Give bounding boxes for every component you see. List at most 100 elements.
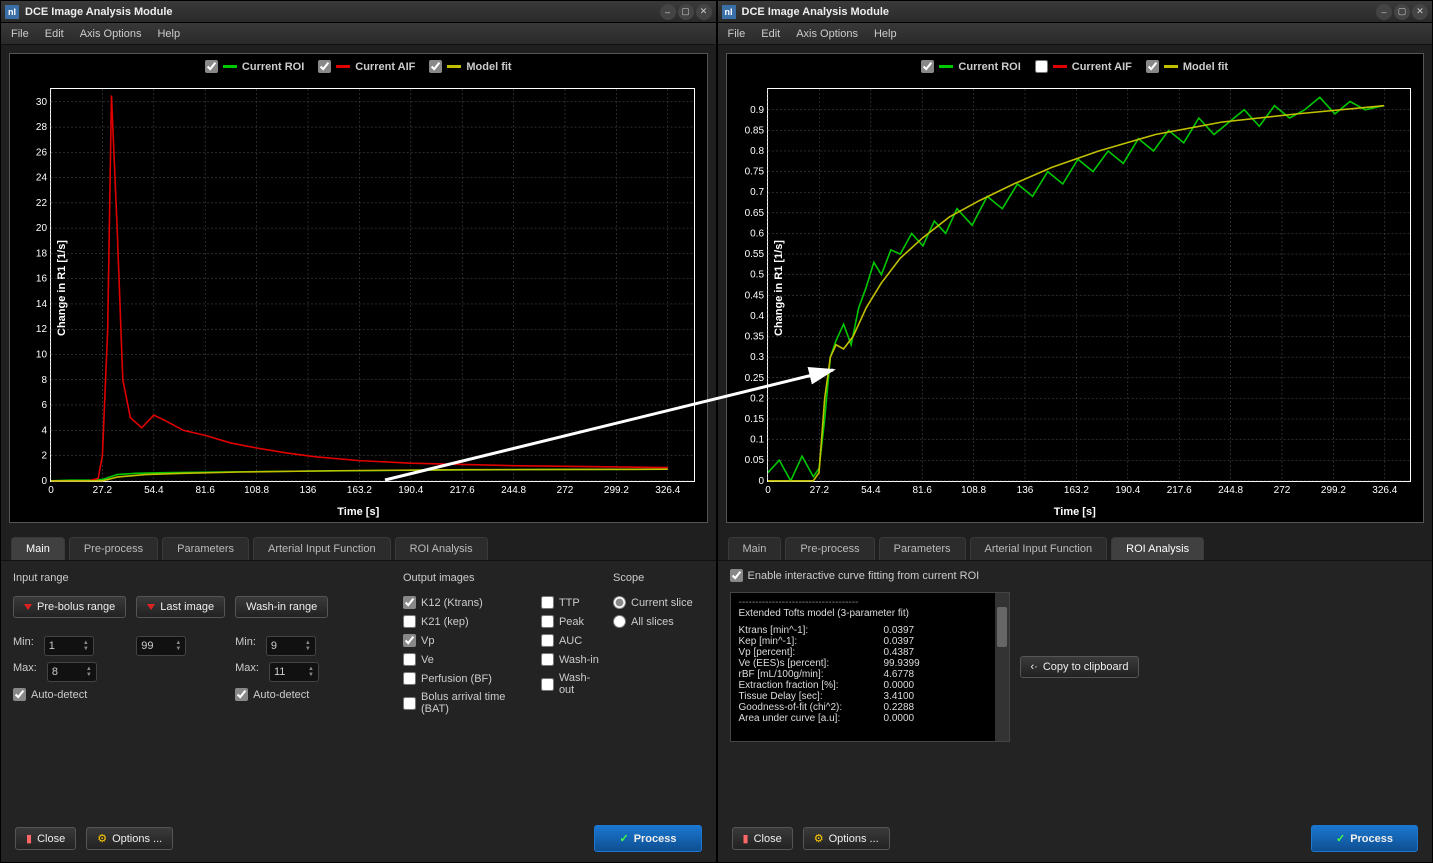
- out-k12[interactable]: K12 (Ktrans): [403, 596, 531, 609]
- out-perf[interactable]: Perfusion (BF): [403, 672, 531, 685]
- tab-roi-analysis[interactable]: ROI Analysis: [395, 537, 488, 560]
- menu-edit[interactable]: Edit: [755, 26, 786, 42]
- close-icon[interactable]: ✕: [1412, 4, 1428, 20]
- svg-text:163.2: 163.2: [1063, 485, 1088, 496]
- out-washin[interactable]: Wash-in: [541, 653, 603, 666]
- out-ttp[interactable]: TTP: [541, 596, 603, 609]
- menu-file[interactable]: File: [5, 26, 35, 42]
- legend-roi[interactable]: Current ROI: [205, 60, 304, 73]
- process-button[interactable]: ✓Process: [594, 825, 701, 852]
- enable-fit-checkbox[interactable]: Enable interactive curve fitting from cu…: [730, 569, 1421, 582]
- output-images-title: Output images: [403, 572, 603, 584]
- minimize-icon[interactable]: –: [660, 4, 676, 20]
- menu-file[interactable]: File: [722, 26, 752, 42]
- svg-text:81.6: 81.6: [195, 485, 215, 496]
- window-left: nI DCE Image Analysis Module – ▢ ✕ File …: [0, 0, 717, 863]
- legend-aif[interactable]: Current AIF: [318, 60, 415, 73]
- last-image-input[interactable]: 99▲▼: [136, 636, 186, 656]
- process-button[interactable]: ✓Process: [1311, 825, 1418, 852]
- svg-text:16: 16: [36, 274, 48, 285]
- menu-help[interactable]: Help: [151, 26, 186, 42]
- last-image-button[interactable]: Last image: [136, 596, 225, 618]
- results-box[interactable]: ------------------------------------ Ext…: [730, 592, 1010, 742]
- door-icon: ▮: [26, 832, 32, 845]
- svg-text:0.75: 0.75: [744, 167, 764, 178]
- svg-text:2: 2: [41, 451, 47, 462]
- tab-parameters[interactable]: Parameters: [162, 537, 249, 560]
- titlebar[interactable]: nI DCE Image Analysis Module – ▢ ✕: [718, 1, 1433, 23]
- pre-min-input[interactable]: 1▲▼: [44, 636, 94, 656]
- tab-aif[interactable]: Arterial Input Function: [253, 537, 391, 560]
- out-ve[interactable]: Ve: [403, 653, 531, 666]
- pre-bolus-button[interactable]: Pre-bolus range: [13, 596, 126, 618]
- svg-text:326.4: 326.4: [1372, 485, 1397, 496]
- scope-all[interactable]: All slices: [613, 615, 693, 628]
- maximize-icon[interactable]: ▢: [1394, 4, 1410, 20]
- close-icon[interactable]: ✕: [696, 4, 712, 20]
- chart-right: Current ROI Current AIF Model fit Change…: [726, 53, 1425, 523]
- tab-preprocess[interactable]: Pre-process: [69, 537, 158, 560]
- legend-fit[interactable]: Model fit: [1146, 60, 1228, 73]
- gear-icon: ⚙: [814, 832, 824, 845]
- svg-text:217.6: 217.6: [450, 485, 475, 496]
- svg-text:0.9: 0.9: [750, 105, 764, 116]
- svg-text:14: 14: [36, 299, 48, 310]
- scrollbar[interactable]: [995, 593, 1009, 741]
- menu-axis-options[interactable]: Axis Options: [74, 26, 148, 42]
- options-button[interactable]: ⚙Options ...: [803, 827, 890, 850]
- arrow-left-icon: ‹·: [1031, 661, 1038, 673]
- auto-detect-wash[interactable]: Auto-detect: [235, 688, 328, 701]
- maximize-icon[interactable]: ▢: [678, 4, 694, 20]
- titlebar[interactable]: nI DCE Image Analysis Module – ▢ ✕: [1, 1, 716, 23]
- legend-aif[interactable]: Current AIF: [1035, 60, 1132, 73]
- legend-roi[interactable]: Current ROI: [921, 60, 1020, 73]
- menu-axis-options[interactable]: Axis Options: [790, 26, 864, 42]
- input-range-title: Input range: [13, 572, 393, 584]
- out-washout[interactable]: Wash-out: [541, 672, 603, 696]
- svg-text:0.55: 0.55: [744, 249, 764, 260]
- svg-text:272: 272: [557, 485, 574, 496]
- model-header: Extended Tofts model (3-parameter fit): [739, 608, 1001, 619]
- max-label: Max:: [13, 662, 37, 674]
- tab-roi-analysis[interactable]: ROI Analysis: [1111, 537, 1204, 560]
- plot-svg-left: 027.254.481.6108.8136163.2190.4217.6244.…: [51, 89, 694, 481]
- options-button[interactable]: ⚙Options ...: [86, 827, 173, 850]
- window-title: DCE Image Analysis Module: [25, 6, 173, 18]
- footer: ▮Close ⚙Options ... ✓Process: [1, 815, 716, 862]
- tab-preprocess[interactable]: Pre-process: [785, 537, 874, 560]
- tab-main[interactable]: Main: [11, 537, 65, 560]
- out-vp[interactable]: Vp: [403, 634, 531, 647]
- menu-edit[interactable]: Edit: [39, 26, 70, 42]
- legend-fit[interactable]: Model fit: [429, 60, 511, 73]
- svg-text:244.8: 244.8: [1218, 485, 1243, 496]
- out-bat[interactable]: Bolus arrival time (BAT): [403, 691, 531, 715]
- close-button[interactable]: ▮Close: [15, 827, 76, 850]
- minimize-icon[interactable]: –: [1376, 4, 1392, 20]
- menu-help[interactable]: Help: [868, 26, 903, 42]
- tab-main[interactable]: Main: [728, 537, 782, 560]
- app-icon: nI: [5, 5, 19, 19]
- svg-text:0.05: 0.05: [744, 455, 764, 466]
- pre-max-input[interactable]: 8▲▼: [47, 662, 97, 682]
- out-auc[interactable]: AUC: [541, 634, 603, 647]
- scope-current[interactable]: Current slice: [613, 596, 693, 609]
- out-k21[interactable]: K21 (kep): [403, 615, 531, 628]
- close-button[interactable]: ▮Close: [732, 827, 793, 850]
- chart-legend: Current ROI Current AIF Model fit: [727, 54, 1424, 79]
- svg-text:108.8: 108.8: [244, 485, 269, 496]
- svg-text:299.2: 299.2: [604, 485, 629, 496]
- check-icon: ✓: [1336, 832, 1345, 845]
- copy-clipboard-button[interactable]: ‹·Copy to clipboard: [1020, 656, 1140, 678]
- svg-text:22: 22: [36, 198, 48, 209]
- svg-text:0.35: 0.35: [744, 332, 764, 343]
- auto-detect-pre[interactable]: Auto-detect: [13, 688, 126, 701]
- wash-min-input[interactable]: 9▲▼: [266, 636, 316, 656]
- tab-parameters[interactable]: Parameters: [879, 537, 966, 560]
- footer: ▮Close ⚙Options ... ✓Process: [718, 815, 1433, 862]
- wash-max-input[interactable]: 11▲▼: [269, 662, 319, 682]
- wash-in-button[interactable]: Wash-in range: [235, 596, 328, 618]
- svg-text:108.8: 108.8: [961, 485, 986, 496]
- svg-text:24: 24: [36, 173, 48, 184]
- out-peak[interactable]: Peak: [541, 615, 603, 628]
- tab-aif[interactable]: Arterial Input Function: [970, 537, 1108, 560]
